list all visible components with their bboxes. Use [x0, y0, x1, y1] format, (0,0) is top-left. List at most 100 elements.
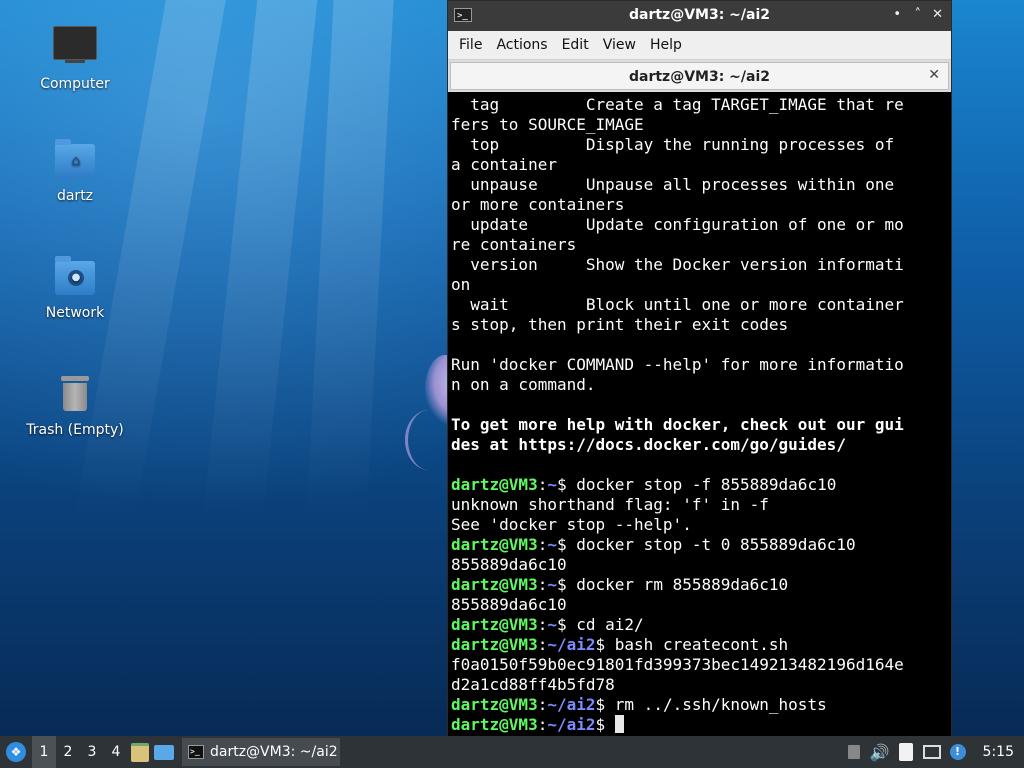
prompt-symbol: $ [595, 695, 615, 714]
terminal-line: re containers [451, 235, 577, 254]
workspace-2[interactable]: 2 [56, 736, 80, 768]
network-folder-icon: ● [53, 255, 97, 299]
prompt-separator: : [537, 475, 548, 494]
prompt-path: ~/ai2 [547, 695, 596, 714]
lubuntu-start-icon: ❖ [6, 742, 26, 762]
prompt-separator: : [537, 535, 548, 554]
maximize-button[interactable]: ˄ [915, 7, 922, 22]
terminal-command-line: dartz@VM3:~/ai2$ [451, 715, 948, 735]
desktop-icon-trash[interactable]: Trash (Empty) [20, 372, 130, 438]
desktop-icon-home[interactable]: ⌂ dartz [20, 138, 130, 204]
prompt-user: dartz@VM3 [451, 715, 538, 734]
tab-bar: dartz@VM3: ~/ai2 ✕ [448, 59, 951, 92]
terminal-line: Run 'docker COMMAND --help' for more inf… [451, 355, 904, 374]
volume-button[interactable]: 🔊 [869, 736, 891, 768]
workspace-1[interactable]: 1 [32, 736, 56, 768]
terminal-command-line: dartz@VM3:~$ cd ai2/ [451, 615, 948, 635]
jellyfish-tentacle [405, 410, 453, 470]
start-menu-button[interactable]: ❖ [0, 736, 32, 768]
window-titlebar[interactable]: >_ dartz@VM3: ~/ai2 • ˄ ✕ [448, 1, 951, 31]
terminal-output[interactable]: tag Create a tag TARGET_IMAGE that re fer… [451, 94, 948, 737]
prompt-symbol: $ [556, 475, 577, 494]
prompt-path: ~/ai2 [547, 635, 596, 654]
terminal-line: update Update configuration of one or mo [451, 215, 904, 234]
terminal-command-line: dartz@VM3:~$ docker stop -f 855889da6c10 [451, 475, 948, 495]
terminal-help-line: To get more help with docker, check out … [451, 415, 904, 434]
task-title: dartz@VM3: ~/ai2 [210, 744, 338, 760]
workspace-3[interactable]: 3 [80, 736, 104, 768]
prompt-user: dartz@VM3 [451, 575, 538, 594]
command-text: docker stop -f 855889da6c10 [576, 475, 837, 494]
light-ray [306, 0, 394, 520]
terminal-window[interactable]: >_ dartz@VM3: ~/ai2 • ˄ ✕ File Actions E… [447, 0, 952, 738]
desktop-icon-label: Computer [40, 76, 110, 92]
prompt-symbol: $ [556, 575, 577, 594]
menu-edit[interactable]: Edit [555, 37, 596, 53]
terminal-line: on [451, 275, 471, 294]
clock[interactable]: 5:15 [983, 744, 1014, 760]
terminal-line: tag Create a tag TARGET_IMAGE that re [451, 95, 904, 114]
clipboard-icon [898, 743, 913, 761]
terminal-output-line: 855889da6c10 [451, 595, 567, 614]
terminal-line: top Display the running processes of [451, 135, 895, 154]
volume-icon: 🔊 [869, 742, 890, 762]
trash-icon [53, 372, 97, 416]
terminal-output-line: See 'docker stop --help'. [451, 515, 692, 534]
terminal-cursor [614, 715, 624, 733]
command-text: bash createcont.sh [614, 635, 789, 654]
desktop-icon [154, 744, 174, 760]
prompt-path: ~ [547, 615, 557, 634]
home-folder-icon: ⌂ [53, 138, 97, 182]
desktop-icon-label: Network [45, 305, 105, 321]
update-notifier-icon: ! [949, 744, 966, 760]
menu-actions[interactable]: Actions [489, 37, 554, 53]
network-button[interactable] [921, 736, 943, 768]
prompt-user: dartz@VM3 [451, 635, 538, 654]
network-icon [922, 745, 941, 759]
prompt-separator: : [537, 615, 548, 634]
taskbar-task-terminal[interactable]: >_ dartz@VM3: ~/ai2 [182, 738, 340, 766]
prompt-separator: : [537, 635, 548, 654]
prompt-user: dartz@VM3 [451, 535, 538, 554]
update-notifier-button[interactable]: ! [947, 736, 969, 768]
terminal-line: unpause Unpause all processes within one [451, 175, 895, 194]
terminal-command-line: dartz@VM3:~/ai2$ rm ../.ssh/known_hosts [451, 695, 948, 715]
terminal-line: or more containers [451, 195, 625, 214]
terminal-icon: >_ [188, 745, 204, 759]
close-button[interactable]: ✕ [932, 7, 943, 22]
light-ray [202, 0, 318, 520]
computer-icon [53, 26, 97, 70]
show-desktop-button[interactable] [152, 736, 176, 768]
file-manager-launcher[interactable] [128, 736, 152, 768]
prompt-symbol: $ [556, 615, 577, 634]
command-text: cd ai2/ [576, 615, 644, 634]
desktop-icon-network[interactable]: ● Network [20, 255, 130, 321]
desktop-icon-computer[interactable]: Computer [20, 20, 130, 92]
terminal-output-line: unknown shorthand flag: 'f' in -f [451, 495, 769, 514]
prompt-separator: : [537, 695, 548, 714]
terminal-tab[interactable]: dartz@VM3: ~/ai2 ✕ [450, 62, 949, 90]
prompt-user: dartz@VM3 [451, 475, 538, 494]
file-manager-icon [131, 742, 149, 762]
tab-close-button[interactable]: ✕ [928, 67, 940, 83]
menu-help[interactable]: Help [643, 37, 689, 53]
clipboard-button[interactable] [895, 736, 917, 768]
terminal-line: version Show the Docker version informat… [451, 255, 904, 274]
desktop-icon-label: dartz [56, 188, 94, 204]
workspace-4[interactable]: 4 [104, 736, 128, 768]
terminal-command-line: dartz@VM3:~/ai2$ bash createcont.sh [451, 635, 948, 655]
system-tray: 🔊 ! 5:15 [841, 736, 1024, 768]
prompt-symbol: $ [556, 535, 577, 554]
terminal-command-line: dartz@VM3:~$ docker stop -t 0 855889da6c… [451, 535, 948, 555]
prompt-separator: : [537, 715, 548, 734]
menu-file[interactable]: File [452, 37, 489, 53]
prompt-path: ~ [547, 475, 557, 494]
taskbar: ❖ 1 2 3 4 >_ dartz@VM3: ~/ai2 🔊 ! 5:15 [0, 736, 1024, 768]
eject-button[interactable] [843, 736, 865, 768]
menu-view[interactable]: View [596, 37, 643, 53]
terminal-help-line: des at https://docs.docker.com/go/guides… [451, 435, 846, 454]
prompt-user: dartz@VM3 [451, 695, 538, 714]
minimize-button[interactable]: • [893, 7, 901, 22]
